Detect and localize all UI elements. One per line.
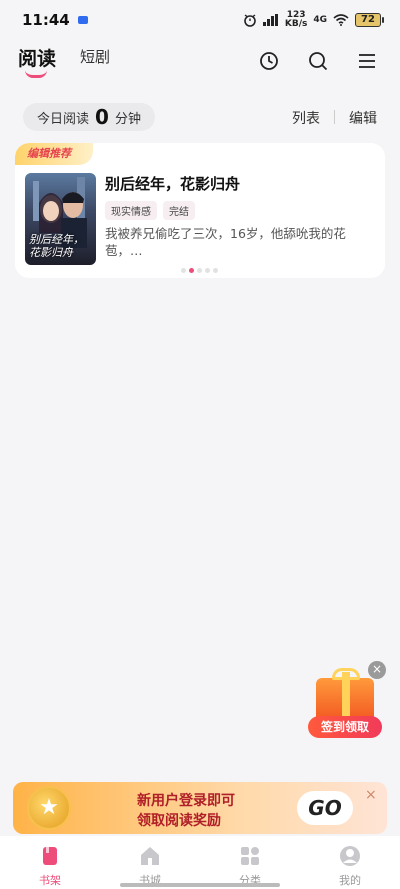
book-tag: 完结 <box>163 201 195 220</box>
bookshelf-icon <box>43 847 57 865</box>
nav-bookstore[interactable]: 书城 <box>100 836 200 889</box>
carousel-dot <box>213 268 218 273</box>
profile-icon <box>340 846 360 866</box>
reading-prefix: 今日阅读 <box>37 111 90 127</box>
carousel-dot <box>181 268 186 273</box>
tab-short-drama[interactable]: 短剧 <box>80 46 110 67</box>
status-right: 123 KB/s 4G 72 <box>243 11 384 29</box>
battery-indicator: 72 <box>355 13 384 27</box>
checkin-gift-widget[interactable]: 签到领取 <box>306 668 386 748</box>
go-button[interactable]: GO <box>297 791 353 825</box>
nav-label: 我的 <box>339 874 361 887</box>
alarm-icon <box>244 14 256 27</box>
cover-title-line1: 别后经年， <box>29 233 84 246</box>
reading-suffix: 分钟 <box>114 111 141 127</box>
nav-label: 书架 <box>39 874 61 887</box>
star-coin-icon: ★ <box>27 786 71 830</box>
carousel-dot-active <box>189 268 194 273</box>
bookstore-icon <box>141 847 159 865</box>
divider <box>334 110 335 124</box>
book-description: 我被养兄偷吃了三次，16岁，他舔吮我的花苞，… <box>105 226 346 258</box>
menu-icon[interactable] <box>356 50 378 72</box>
reading-minutes: 0 <box>95 105 109 129</box>
gift-close-button[interactable]: × <box>368 661 386 679</box>
editor-pick-badge: 编辑推荐 <box>15 143 93 165</box>
category-icon <box>241 847 259 865</box>
book-tag: 现实情感 <box>105 201 157 220</box>
gift-bow <box>332 668 360 680</box>
signal-icon <box>262 14 278 26</box>
battery-level: 72 <box>355 13 381 27</box>
banner-line2: 领取阅读奖励 <box>137 813 221 829</box>
carousel-dot <box>197 268 202 273</box>
nav-category[interactable]: 分类 <box>200 836 300 889</box>
carousel-dots <box>181 268 218 273</box>
nav-bookshelf[interactable]: 书架 <box>0 836 100 889</box>
checkin-label: 签到领取 <box>308 716 382 738</box>
home-indicator <box>120 883 280 887</box>
carousel-dot <box>205 268 210 273</box>
network-speed: 123 KB/s <box>285 11 307 29</box>
book-title[interactable]: 别后经年，花影归舟 <box>105 173 240 194</box>
message-icon <box>77 16 88 24</box>
banner-close-button[interactable]: × <box>365 787 377 803</box>
recommend-card[interactable]: 编辑推荐 别后经年， 花影归舟 别后经年，花影归舟 现实情感 完结 我被养兄偷吃… <box>15 143 385 278</box>
clock-icon[interactable] <box>258 50 280 72</box>
speed-unit: KB/s <box>284 19 308 29</box>
battery-cap <box>382 17 384 23</box>
wifi-icon <box>333 14 349 26</box>
network-type: 4G <box>313 15 327 25</box>
search-icon[interactable] <box>307 50 329 72</box>
tab-read[interactable]: 阅读 <box>18 44 56 71</box>
cover-title-line2: 花影归舟 <box>29 246 73 259</box>
book-cover[interactable]: 别后经年， 花影归舟 <box>25 173 96 265</box>
status-bar: 11:44 123 KB/s 4G 72 <box>0 0 400 40</box>
status-time: 11:44 <box>22 11 70 29</box>
banner-line1: 新用户登录即可 <box>137 793 235 809</box>
list-view-button[interactable]: 列表 <box>292 108 320 128</box>
book-tags: 现实情感 完结 <box>105 201 195 220</box>
promo-banner[interactable]: ★ 新用户登录即可 领取阅读奖励 GO × <box>13 782 387 834</box>
cover-title: 别后经年， 花影归舟 <box>29 233 84 259</box>
active-tab-indicator <box>25 70 47 78</box>
nav-profile[interactable]: 我的 <box>300 836 400 889</box>
bottom-nav: 书架 书城 分类 我的 <box>0 836 400 889</box>
edit-button[interactable]: 编辑 <box>349 108 377 128</box>
today-reading-time: 今日阅读 0 分钟 <box>23 103 155 131</box>
top-header: 阅读 短剧 <box>0 40 400 84</box>
